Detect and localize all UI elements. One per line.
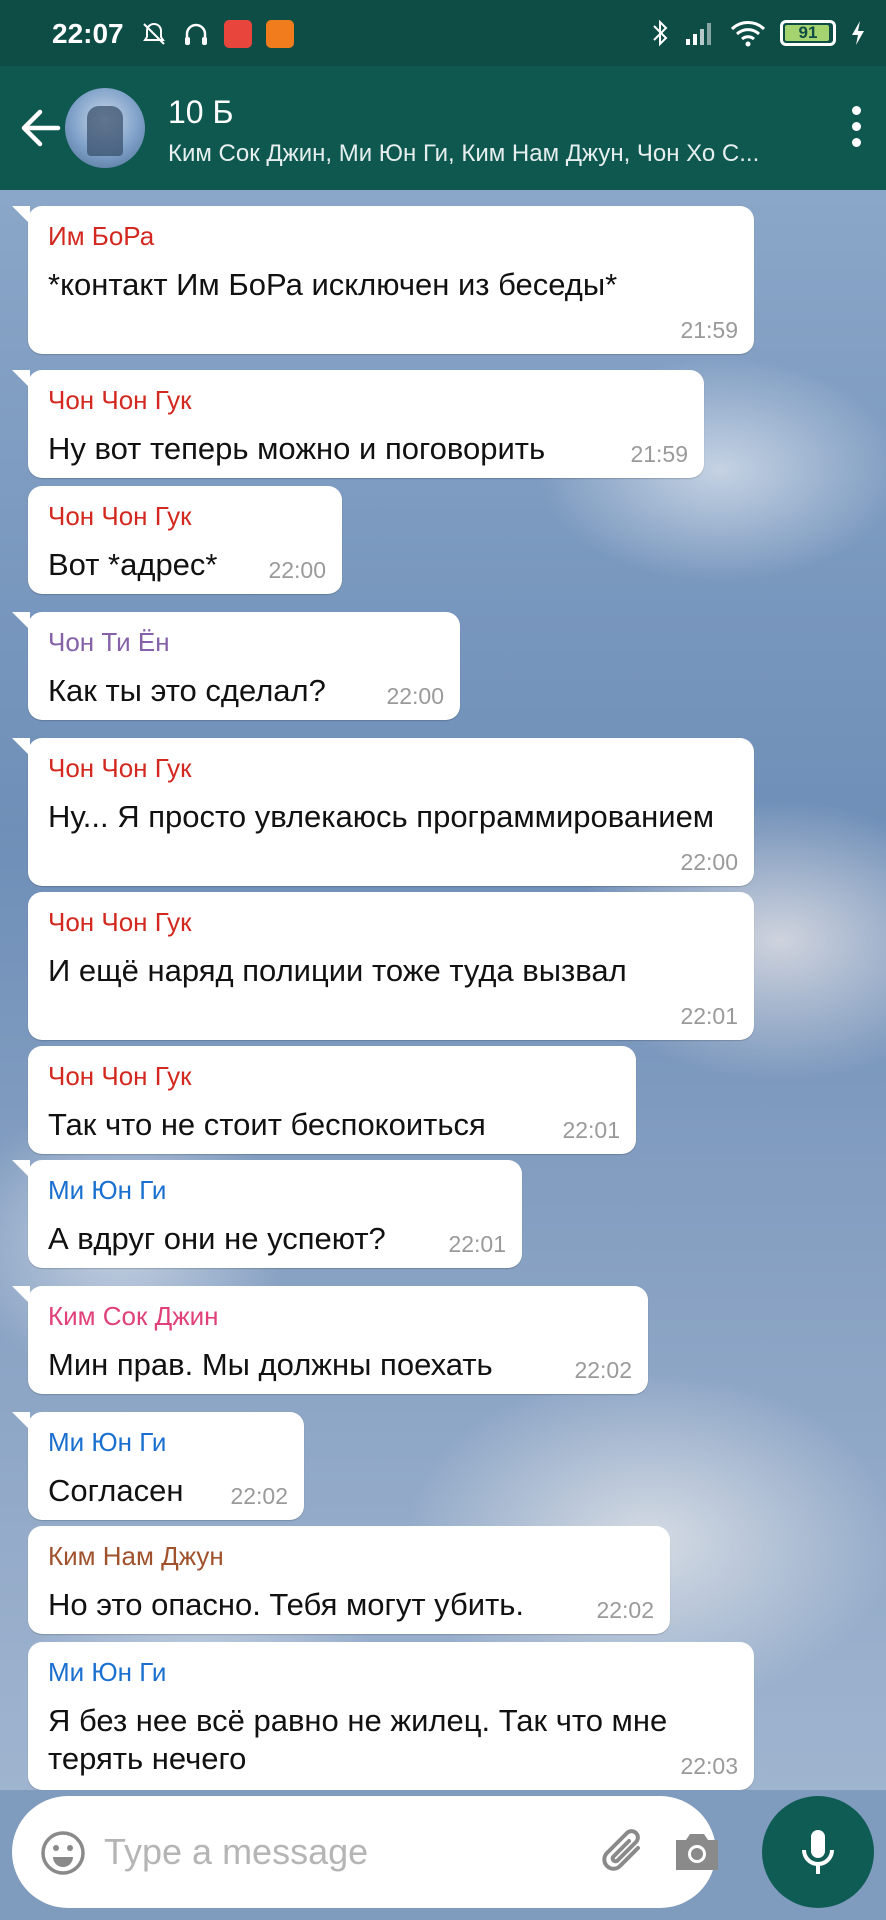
message-sender: Им БоРа [48,221,155,251]
message-text: Так что не стоит беспокоиться [48,1107,486,1142]
message-bubble[interactable]: Ми Юн Ги А вдруг они не успеют? 22:01 [12,1160,522,1268]
message-sender: Чон Чон Гук [48,907,192,937]
message-bubble[interactable]: Ми Юн Ги Я без нее всё равно не жилец. Т… [28,1642,754,1790]
status-right-icons: 91 [650,18,866,48]
camera-icon[interactable] [672,1830,722,1874]
attach-icon[interactable] [598,1824,654,1880]
message-sender: Чон Ти Ён [48,627,170,657]
message-time: 22:03 [680,1753,738,1779]
message-bubble[interactable]: Ми Юн Ги Согласен 22:02 [12,1412,304,1520]
message-sender: Ким Сок Джин [48,1301,219,1331]
status-time: 22:07 [52,18,124,49]
voice-record-button[interactable] [762,1796,874,1908]
chat-members[interactable]: Ким Сок Джин, Ми Юн Ги, Ким Нам Джун, Чо… [168,140,768,168]
message-time: 22:00 [680,849,738,875]
chat-title[interactable]: 10 Б [168,94,233,131]
message-sender: Чон Чон Гук [48,1061,192,1091]
message-text: Мин прав. Мы должны поехать [48,1347,493,1382]
message-sender: Чон Чон Гук [48,385,192,415]
more-options-icon[interactable] [848,106,864,150]
message-sender: Ми Юн Ги [48,1175,167,1205]
message-sender: Ми Юн Ги [48,1657,167,1687]
message-time: 22:00 [268,557,326,583]
message-text: *контакт Им БоРа исключен из беседы* [48,267,618,302]
message-time: 21:59 [680,317,738,343]
charging-icon [852,21,864,45]
message-sender: Чон Чон Гук [48,753,192,783]
message-bubble[interactable]: Чон Чон Гук Так что не стоит беспокоитьс… [28,1046,636,1154]
message-text: Ну... Я просто увлекаюсь программировани… [48,799,715,834]
message-sender: Ми Юн Ги [48,1427,167,1457]
group-avatar[interactable] [65,88,145,168]
message-text: А вдруг они не успеют? [48,1221,386,1256]
message-input[interactable] [104,1824,564,1880]
message-time: 22:02 [574,1357,632,1383]
status-left-icons [140,20,294,48]
microphone-icon [802,1830,834,1874]
message-bubble[interactable]: Чон Чон Гук И ещё наряд полиции тоже туд… [28,892,754,1040]
message-sender: Ким Нам Джун [48,1541,224,1571]
battery-icon: 91 [780,20,836,46]
message-text: Я без нее всё равно не жилец. Так что мн… [48,1703,668,1776]
silent-bell-icon [143,22,165,45]
emoji-icon[interactable] [40,1830,86,1876]
message-time: 22:01 [562,1117,620,1143]
chat-header: 10 Б Ким Сок Джин, Ми Юн Ги, Ким Нам Джу… [0,66,886,190]
message-sender: Чон Чон Гук [48,501,192,531]
music-app-icon [224,20,252,48]
message-time: 22:00 [386,683,444,709]
message-composer [12,1796,718,1908]
message-bubble[interactable]: Чон Чон Гук Ну вот теперь можно и погово… [12,370,704,478]
message-time: 21:59 [630,441,688,467]
message-text: Ну вот теперь можно и поговорить [48,431,546,466]
message-text: Но это опасно. Тебя могут убить. [48,1587,525,1622]
signal-icon [686,23,711,45]
battery-level: 91 [798,23,818,42]
message-bubble[interactable]: Чон Чон Гук Ну... Я просто увлекаюсь про… [12,738,754,886]
wifi-icon [730,21,766,47]
message-text: И ещё наряд полиции тоже туда вызвал [48,953,627,988]
message-time: 22:01 [680,1003,738,1029]
message-text: Как ты это сделал? [48,673,326,708]
headphones-icon [185,23,207,45]
message-time: 22:01 [448,1231,506,1257]
mi-app-icon [266,20,294,48]
bluetooth-icon [653,19,668,47]
message-bubble[interactable]: Чон Чон Гук Вот *адрес* 22:00 [28,486,342,594]
message-bubble[interactable]: Им БоРа *контакт Им БоРа исключен из бес… [12,206,754,354]
status-bar: 22:07 91 [0,0,886,66]
message-time: 22:02 [596,1597,654,1623]
message-bubble[interactable]: Ким Сок Джин Мин прав. Мы должны поехать… [12,1286,648,1394]
message-time: 22:02 [230,1483,288,1509]
message-bubble[interactable]: Чон Ти Ён Как ты это сделал? 22:00 [12,612,460,720]
back-arrow-icon[interactable] [18,100,62,156]
message-list: Им БоРа *контакт Им БоРа исключен из бес… [0,190,886,1790]
message-bubble[interactable]: Ким Нам Джун Но это опасно. Тебя могут у… [28,1526,670,1634]
